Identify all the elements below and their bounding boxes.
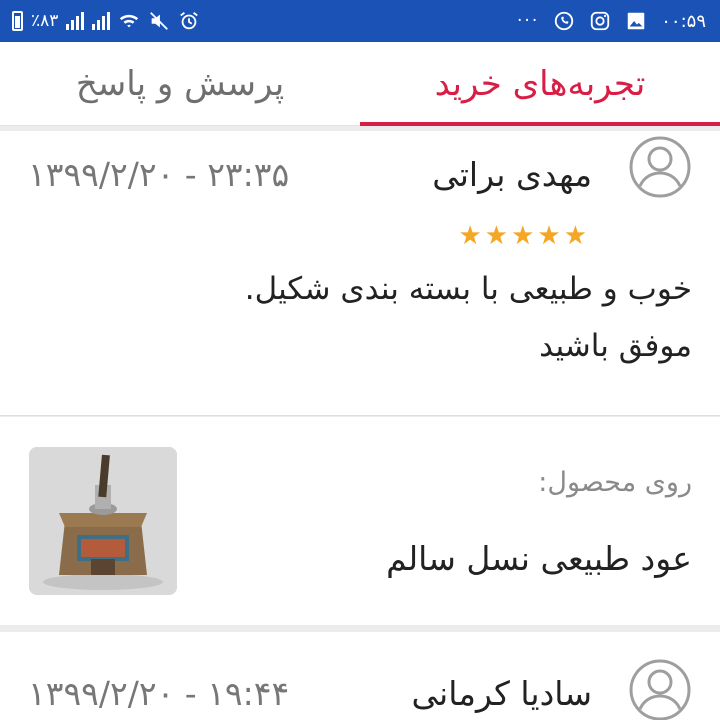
review-date: ۱۳۹۹/۲/۲۰ - ۱۹:۴۴ xyxy=(28,674,290,713)
status-bar: ٪۸۳ ··· ۰۰:۵۹ xyxy=(0,0,720,42)
status-icons-left: ٪۸۳ xyxy=(12,0,200,42)
user-avatar-icon xyxy=(629,136,691,198)
tab-purchase-experiences[interactable]: تجربه‌های خرید xyxy=(360,42,720,126)
whatsapp-icon xyxy=(555,11,574,31)
incense-burner-image xyxy=(29,447,177,595)
mute-icon xyxy=(150,12,169,30)
tab-questions-answers[interactable]: پرسش و پاسخ xyxy=(0,42,360,126)
signal-icon xyxy=(92,12,111,30)
on-product-label: روی محصول: xyxy=(538,467,692,498)
alarm-icon xyxy=(180,12,199,30)
tab-bar: تجربه‌های خرید پرسش و پاسخ xyxy=(0,42,720,126)
review-card: مهدی براتی ۱۳۹۹/۲/۲۰ - ۲۳:۳۵ ★★★★★ خوب و… xyxy=(0,131,720,416)
user-avatar-icon xyxy=(629,659,691,720)
reviewer-name: سادیا کرمانی xyxy=(411,674,592,713)
gallery-icon xyxy=(628,12,645,30)
review-text: خوب و طبیعی با بسته بندی شکیل. موفق باشی… xyxy=(52,261,692,375)
product-image[interactable] xyxy=(29,447,177,595)
signal-icon xyxy=(66,12,85,30)
clock: ۰۰:۵۹ xyxy=(661,10,706,32)
review-date: ۱۳۹۹/۲/۲۰ - ۲۳:۳۵ xyxy=(28,155,290,194)
instagram-icon xyxy=(591,11,610,31)
wifi-icon xyxy=(120,14,139,28)
product-name[interactable]: عود طبیعی نسل سالم xyxy=(386,539,692,578)
review-text-line: خوب و طبیعی با بسته بندی شکیل. xyxy=(244,271,692,307)
star-rating: ★★★★★ xyxy=(458,221,590,251)
product-card[interactable]: روی محصول: عود طبیعی نسل سالم xyxy=(0,417,720,625)
battery-percent: ٪۸۳ xyxy=(31,11,59,31)
reviewer-name: مهدی براتی xyxy=(432,155,592,194)
review-text-line: موفق باشید xyxy=(539,328,692,364)
review-card: سادیا کرمانی ۱۳۹۹/۲/۲۰ - ۱۹:۴۴ xyxy=(0,632,720,720)
status-icons-right: ··· ۰۰:۵۹ xyxy=(517,0,706,42)
more-notifications-icon: ··· xyxy=(517,11,540,31)
battery-icon xyxy=(12,11,23,31)
